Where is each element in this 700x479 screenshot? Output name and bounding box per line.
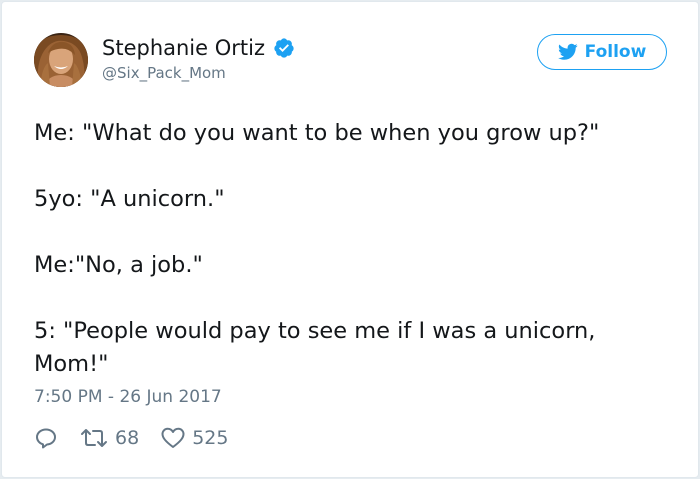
author-name[interactable]: Stephanie Ortiz: [102, 34, 265, 62]
heart-icon: [161, 427, 185, 448]
author-handle[interactable]: @Six_Pack_Mom: [102, 64, 226, 82]
retweet-icon: [81, 429, 107, 447]
tweet-line: Mom!": [34, 351, 109, 377]
reply-icon: [36, 428, 56, 449]
tweet-actions: 68 525: [34, 424, 228, 452]
tweet-line: 5yo: "A unicorn.": [34, 186, 225, 212]
retweet-button[interactable]: 68: [80, 427, 139, 449]
tweet-card: Stephanie Ortiz @Six_Pack_Mom Follow Me:…: [1, 1, 699, 478]
twitter-bird-icon: [557, 43, 578, 60]
like-count: 525: [192, 427, 229, 449]
avatar[interactable]: [34, 33, 88, 87]
profile-photo-icon: [34, 33, 88, 87]
reply-button[interactable]: [34, 426, 58, 450]
tweet-line: 5: "People would pay to see me if I was …: [34, 318, 596, 344]
tweet-line: Me: "What do you want to be when you gro…: [34, 120, 600, 146]
tweet-line: Me:"No, a job.": [34, 252, 203, 278]
verified-badge-icon: [274, 38, 294, 58]
retweet-count: 68: [115, 427, 140, 449]
tweet-timestamp[interactable]: 7:50 PM - 26 Jun 2017: [34, 387, 222, 407]
follow-label: Follow: [584, 42, 647, 62]
tweet-text: Me: "What do you want to be when you gro…: [34, 117, 664, 381]
author-name-row: Stephanie Ortiz: [102, 34, 295, 62]
follow-button[interactable]: Follow: [537, 34, 667, 70]
like-button[interactable]: 525: [161, 427, 228, 449]
